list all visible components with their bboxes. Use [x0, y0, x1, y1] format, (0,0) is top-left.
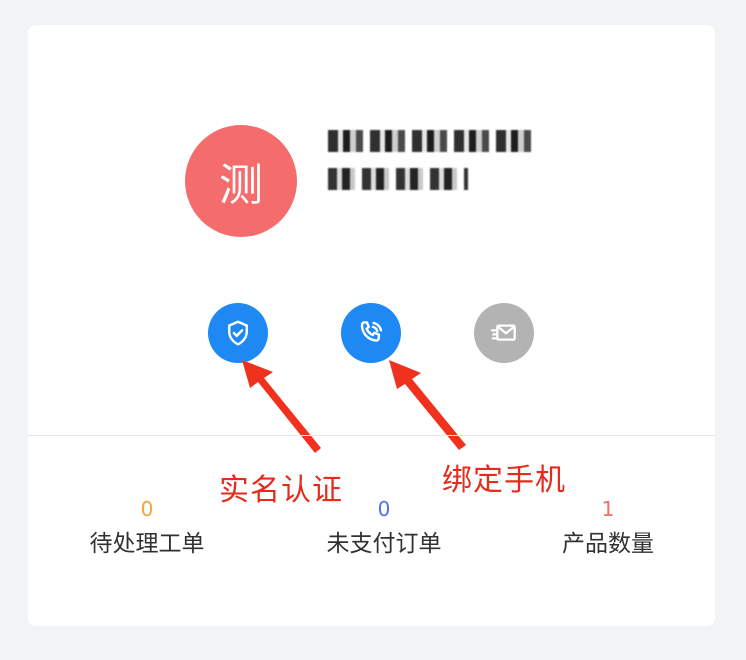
arrow-phone	[389, 360, 466, 450]
redacted-account-line	[328, 168, 468, 190]
arrow-auth	[242, 360, 321, 453]
bind-phone-button[interactable]	[341, 303, 401, 363]
redacted-name-line	[328, 130, 538, 152]
annotation-bind-phone: 绑定手机	[442, 463, 566, 498]
real-name-auth-button[interactable]	[208, 303, 268, 363]
stat-pending-tickets[interactable]: 0 待处理工单	[72, 497, 222, 559]
stat-label: 待处理工单	[89, 531, 205, 557]
avatar-text: 测	[219, 160, 263, 211]
stat-label: 未支付订单	[326, 531, 442, 557]
user-info-redacted	[328, 130, 558, 210]
stat-value: 1	[601, 497, 615, 521]
user-card: 测 实名认证 绑定手机 0 待处理工单 0 未支付订单 1 产品数量	[28, 25, 715, 626]
stat-label: 产品数量	[562, 531, 654, 557]
stat-unpaid-orders[interactable]: 0 未支付订单	[309, 497, 459, 559]
stat-value: 0	[140, 497, 154, 521]
avatar: 测	[185, 125, 297, 237]
stat-value: 0	[377, 497, 391, 521]
mail-icon	[490, 324, 516, 341]
phone-icon	[360, 321, 383, 342]
divider	[28, 435, 715, 436]
shield-check-icon	[228, 320, 248, 346]
verification-icons	[208, 303, 538, 365]
stat-product-count[interactable]: 1 产品数量	[533, 497, 683, 559]
bind-email-button[interactable]	[474, 303, 534, 363]
